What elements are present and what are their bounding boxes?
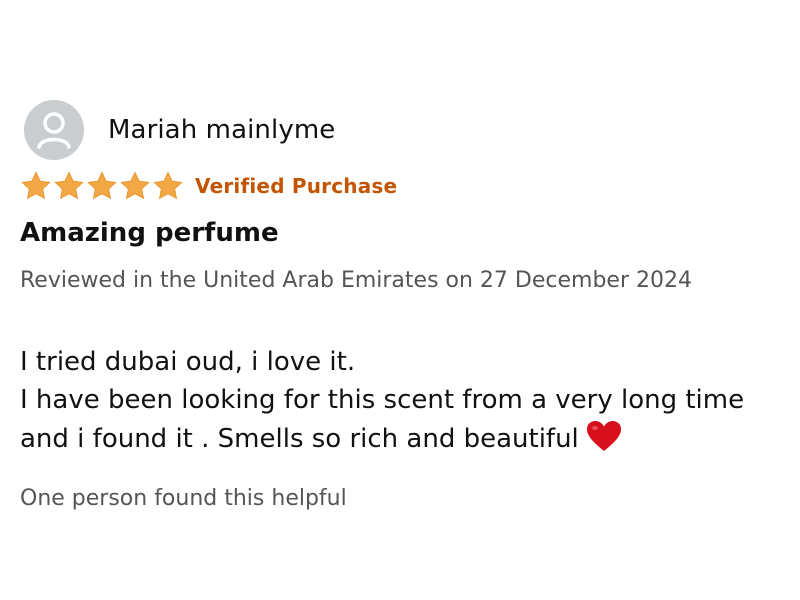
user-avatar-icon [24, 100, 84, 160]
review-body: I tried dubai oud, i love it. I have bee… [20, 343, 780, 458]
star-icon [21, 171, 51, 200]
star-icon [54, 171, 84, 200]
customer-review: Mariah mainlyme Verified Purchase Amazin… [0, 0, 800, 600]
review-body-text: I have been looking for this scent from … [20, 385, 745, 454]
review-author: Mariah mainlyme [24, 100, 335, 160]
review-body-line: I tried dubai oud, i love it. [20, 347, 356, 377]
rating-row: Verified Purchase [20, 170, 397, 202]
review-date-location: Reviewed in the United Arab Emirates on … [20, 268, 692, 293]
star-icon [87, 171, 117, 200]
review-title[interactable]: Amazing perfume [20, 218, 279, 248]
star-rating[interactable] [20, 170, 185, 202]
verified-purchase-badge: Verified Purchase [195, 174, 398, 198]
author-name[interactable]: Mariah mainlyme [108, 115, 335, 145]
red-heart-emoji-icon [586, 421, 621, 451]
star-icon [153, 171, 183, 200]
review-body-line: I have been looking for this scent from … [20, 381, 780, 458]
star-icon [120, 171, 150, 200]
helpful-count: One person found this helpful [20, 486, 347, 511]
